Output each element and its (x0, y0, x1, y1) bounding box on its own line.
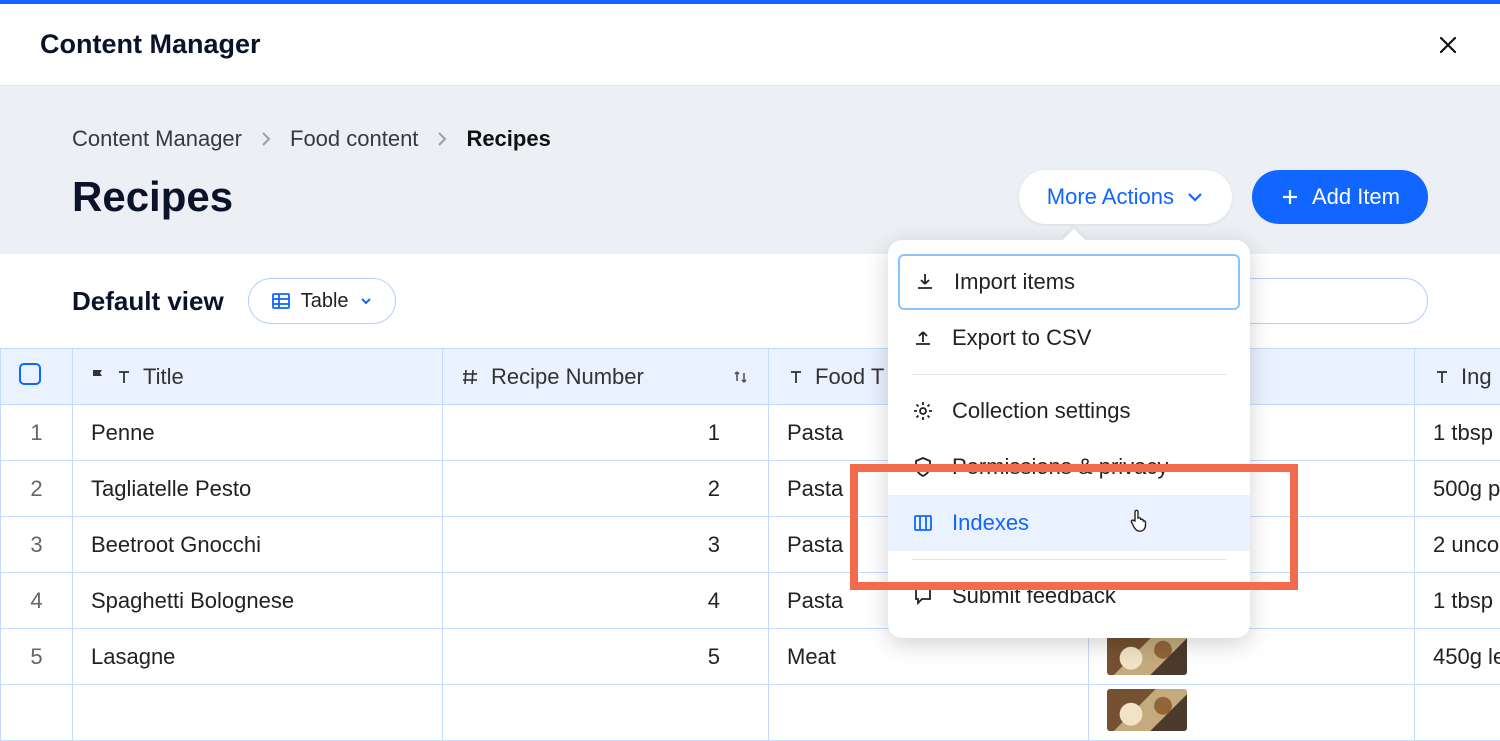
data-table: Title Recipe Number Food T (0, 348, 1500, 741)
menu-label: Permissions & privacy (952, 454, 1168, 480)
table-row[interactable]: 2 Tagliatelle Pesto 2 Pasta 500g p (1, 461, 1500, 517)
page-header-area: Content Manager Food content Recipes Rec… (0, 86, 1500, 254)
menu-label: Indexes (952, 510, 1029, 536)
checkbox-icon[interactable] (19, 363, 41, 385)
table-icon (271, 291, 291, 311)
column-label: Food T (815, 364, 884, 390)
column-label: Title (143, 364, 184, 390)
cell-title[interactable] (73, 685, 443, 741)
cell-title[interactable]: Penne (73, 405, 443, 461)
cell-recipe-number[interactable]: 2 (443, 461, 769, 517)
cell-recipe-number[interactable]: 5 (443, 629, 769, 685)
breadcrumb: Content Manager Food content Recipes (72, 126, 1428, 152)
menu-label: Submit feedback (952, 583, 1116, 609)
menu-permissions[interactable]: Permissions & privacy (888, 439, 1250, 495)
menu-import-items[interactable]: Import items (898, 254, 1240, 310)
flag-icon (91, 368, 105, 386)
text-icon (115, 368, 133, 386)
image-thumbnail (1107, 633, 1187, 675)
menu-export-csv[interactable]: Export to CSV (888, 310, 1250, 366)
table-row[interactable]: 1 Penne 1 Pasta 1 tbsp (1, 405, 1500, 461)
row-number: 3 (1, 517, 73, 573)
table-row[interactable] (1, 685, 1500, 741)
cell-title[interactable]: Beetroot Gnocchi (73, 517, 443, 573)
column-recipe-number[interactable]: Recipe Number (443, 349, 769, 405)
more-actions-button[interactable]: More Actions (1019, 170, 1232, 224)
upload-icon (912, 327, 934, 349)
shield-icon (912, 456, 934, 478)
download-icon (914, 271, 936, 293)
cell-ingredients[interactable]: 1 tbsp (1415, 573, 1500, 629)
cell-ingredients[interactable]: 1 tbsp (1415, 405, 1500, 461)
menu-separator (912, 559, 1226, 560)
add-item-label: Add Item (1312, 184, 1400, 210)
gear-icon (912, 400, 934, 422)
table-row[interactable]: 5 Lasagne 5 Meat 450g le (1, 629, 1500, 685)
cell-food-type[interactable] (769, 685, 1089, 741)
app-header: Content Manager (0, 4, 1500, 86)
column-ingredients[interactable]: Ing (1415, 349, 1500, 405)
cell-title[interactable]: Tagliatelle Pesto (73, 461, 443, 517)
more-actions-dropdown: Import items Export to CSV Collection se… (888, 240, 1250, 638)
sort-icon[interactable] (732, 368, 750, 386)
row-number (1, 685, 73, 741)
cell-recipe-number[interactable]: 1 (443, 405, 769, 461)
cell-recipe-number[interactable]: 4 (443, 573, 769, 629)
page-title: Recipes (72, 173, 233, 221)
row-number: 4 (1, 573, 73, 629)
view-mode-label: Table (301, 290, 349, 313)
chevron-right-icon (436, 130, 448, 148)
image-thumbnail (1107, 689, 1187, 731)
column-title[interactable]: Title (73, 349, 443, 405)
app-title: Content Manager (40, 29, 261, 60)
table-header-row: Title Recipe Number Food T (1, 349, 1500, 405)
menu-label: Collection settings (952, 398, 1131, 424)
row-number: 2 (1, 461, 73, 517)
chat-icon (912, 585, 934, 607)
breadcrumb-item[interactable]: Content Manager (72, 126, 242, 152)
menu-separator (912, 374, 1226, 375)
plus-icon (1280, 187, 1300, 207)
cursor-pointer-icon (1128, 507, 1150, 539)
menu-indexes[interactable]: Indexes (888, 495, 1250, 551)
more-actions-label: More Actions (1047, 184, 1174, 210)
text-icon (1433, 368, 1451, 386)
cell-ingredients[interactable]: 500g p (1415, 461, 1500, 517)
table-row[interactable]: 3 Beetroot Gnocchi 3 Pasta 2 unco (1, 517, 1500, 573)
cell-recipe-number[interactable] (443, 685, 769, 741)
menu-submit-feedback[interactable]: Submit feedback (888, 568, 1250, 624)
hash-icon (461, 367, 481, 387)
cell-ingredients[interactable]: 2 unco (1415, 517, 1500, 573)
column-label: Recipe Number (491, 364, 644, 390)
breadcrumb-item[interactable]: Food content (290, 126, 418, 152)
add-item-button[interactable]: Add Item (1252, 170, 1428, 224)
menu-label: Import items (954, 269, 1075, 295)
cell-title[interactable]: Lasagne (73, 629, 443, 685)
chevron-right-icon (260, 130, 272, 148)
cell-recipe-number[interactable]: 3 (443, 517, 769, 573)
row-number: 1 (1, 405, 73, 461)
toolbar-card: Default view Table Manage Fields S (10, 254, 1490, 348)
cell-ingredients[interactable]: 450g le (1415, 629, 1500, 685)
text-icon (787, 368, 805, 386)
table-row[interactable]: 4 Spaghetti Bolognese 4 Pasta 1 tbsp (1, 573, 1500, 629)
view-name[interactable]: Default view (72, 286, 224, 317)
chevron-down-icon (1186, 188, 1204, 206)
cell-image[interactable] (1089, 685, 1415, 741)
menu-label: Export to CSV (952, 325, 1091, 351)
close-icon[interactable] (1436, 33, 1460, 57)
select-all-header[interactable] (1, 349, 73, 405)
column-label: Ing (1461, 364, 1492, 390)
view-mode-select[interactable]: Table (248, 278, 396, 324)
chevron-down-icon (359, 294, 373, 308)
menu-collection-settings[interactable]: Collection settings (888, 383, 1250, 439)
row-number: 5 (1, 629, 73, 685)
index-icon (912, 512, 934, 534)
cell-title[interactable]: Spaghetti Bolognese (73, 573, 443, 629)
breadcrumb-item-current: Recipes (466, 126, 550, 152)
cell-ingredients[interactable] (1415, 685, 1500, 741)
